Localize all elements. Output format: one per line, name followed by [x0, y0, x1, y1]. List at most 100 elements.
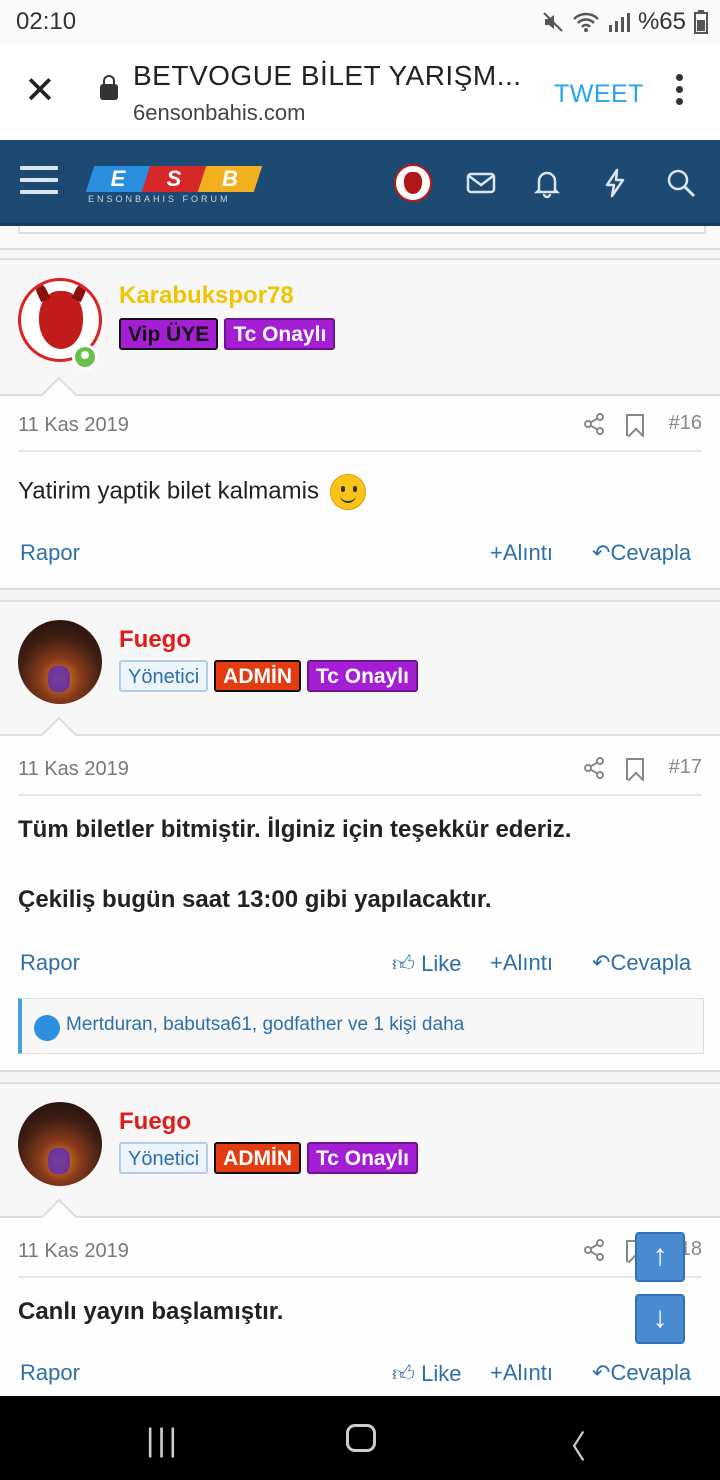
previous-post-edge	[0, 226, 720, 250]
reply-button[interactable]: ↶Cevapla	[592, 540, 691, 566]
logo-letter-e: E	[110, 166, 126, 191]
post-16: Karabukspor78 Vip ÜYE Tc Onaylı 11 Kas 2…	[0, 258, 720, 590]
like-button[interactable]: 👍︎ Like	[392, 1360, 461, 1387]
mute-icon	[543, 12, 563, 32]
reactions-text[interactable]: Mertduran, babutsa61, godfather ve 1 kiş…	[66, 1014, 464, 1036]
signal-icon	[608, 13, 630, 32]
post-actions: Rapor 👍︎ Like +Alıntı ↶Cevapla	[18, 946, 702, 980]
wifi-icon	[573, 12, 599, 32]
hamburger-menu-icon[interactable]	[20, 166, 58, 202]
share-icon[interactable]	[582, 1238, 606, 1262]
page-domain[interactable]: 6ensonbahis.com	[133, 100, 305, 126]
post-body: Canlı yayın başlamıştır.	[18, 1298, 284, 1325]
thumbs-up-icon: 👍︎	[392, 951, 415, 976]
user-avatar[interactable]	[18, 1102, 102, 1186]
site-navbar: E S B ENSONBAHIS FORUM	[0, 140, 720, 226]
post-date[interactable]: 11 Kas 2019	[18, 1240, 129, 1263]
plus-icon: +	[490, 1360, 503, 1385]
username[interactable]: Karabukspor78	[119, 282, 294, 310]
report-link[interactable]: Rapor	[20, 1360, 80, 1386]
post-number[interactable]: #16	[669, 412, 702, 435]
system-nav-bar: ||| 〈	[0, 1396, 720, 1480]
online-status-icon	[72, 344, 98, 370]
post-meta: 11 Kas 2019 #17	[18, 742, 702, 796]
post-user-header: Fuego Yönetici ADMİN Tc Onaylı	[0, 602, 720, 754]
status-time: 02:10	[16, 8, 77, 35]
badge-admin: ADMİN	[214, 1142, 301, 1174]
username[interactable]: Fuego	[119, 626, 191, 654]
reply-button[interactable]: ↶Cevapla	[592, 950, 691, 976]
plus-icon: +	[490, 950, 503, 975]
close-icon[interactable]: ✕	[24, 72, 56, 110]
arrow-up-icon: ↑	[652, 1239, 668, 1272]
badge-tc-verified: Tc Onaylı	[306, 660, 418, 692]
thumbs-up-icon: 👍︎	[392, 1361, 415, 1386]
plus-icon: +	[490, 540, 503, 565]
quote-button[interactable]: +Alıntı	[490, 540, 553, 566]
reply-icon: ↶	[592, 1360, 611, 1385]
badge-tc-verified: Tc Onaylı	[306, 1142, 418, 1174]
inbox-icon[interactable]	[464, 166, 498, 200]
report-link[interactable]: Rapor	[20, 540, 80, 566]
post-date[interactable]: 11 Kas 2019	[18, 414, 129, 437]
search-icon[interactable]	[664, 166, 698, 200]
post-meta: 11 Kas 2019 #16	[18, 398, 702, 452]
post-17: Fuego Yönetici ADMİN Tc Onaylı 11 Kas 20…	[0, 600, 720, 1072]
report-link[interactable]: Rapor	[20, 950, 80, 976]
reply-icon: ↶	[592, 540, 611, 565]
badge-admin: ADMİN	[214, 660, 301, 692]
back-icon[interactable]: 〈	[554, 1422, 586, 1468]
more-menu-icon[interactable]	[676, 74, 684, 110]
quote-button[interactable]: +Alıntı	[490, 950, 553, 976]
battery-percent: %65	[637, 8, 686, 35]
post-number[interactable]: #17	[669, 756, 702, 779]
reply-label: Cevapla	[610, 540, 692, 565]
reply-label: Cevapla	[610, 1360, 692, 1385]
post-user-header: Karabukspor78 Vip ÜYE Tc Onaylı	[0, 260, 720, 414]
quote-label: Alıntı	[502, 540, 553, 565]
home-icon[interactable]	[346, 1424, 376, 1452]
lock-icon	[100, 75, 118, 100]
bookmark-icon[interactable]	[626, 414, 644, 436]
page-title[interactable]: BETVOGUE BİLET YARIŞM...	[133, 60, 523, 92]
bell-icon[interactable]	[530, 166, 564, 200]
reply-label: Cevapla	[610, 950, 692, 975]
post-meta: 11 Kas 2019 #18	[18, 1224, 702, 1278]
quote-button[interactable]: +Alıntı	[490, 1360, 553, 1386]
arrow-down-icon: ↓	[652, 1301, 668, 1334]
bookmark-icon[interactable]	[626, 758, 644, 780]
share-icon[interactable]	[582, 412, 606, 436]
like-button[interactable]: 👍︎ Like	[392, 950, 461, 977]
user-avatar[interactable]	[18, 620, 102, 704]
reactions-bar[interactable]: Mertduran, babutsa61, godfather ve 1 kiş…	[18, 998, 704, 1054]
user-avatar[interactable]	[394, 164, 432, 202]
badge-tc-verified: Tc Onaylı	[224, 318, 336, 350]
quote-label: Alıntı	[502, 950, 553, 975]
browser-toolbar: ✕ BETVOGUE BİLET YARIŞM... 6ensonbahis.c…	[0, 44, 720, 140]
bolt-icon[interactable]	[598, 166, 632, 200]
logo-letter-b: B	[222, 166, 238, 191]
post-actions: Rapor 👍︎ Like +Alıntı ↶Cevapla	[18, 1356, 702, 1390]
scroll-up-button[interactable]: ↑	[635, 1232, 685, 1282]
quote-label: Alıntı	[502, 1360, 553, 1385]
post-date[interactable]: 11 Kas 2019	[18, 758, 129, 781]
scroll-down-button[interactable]: ↓	[635, 1294, 685, 1344]
battery-icon	[694, 10, 708, 34]
site-logo[interactable]: E S B ENSONBAHIS FORUM	[84, 162, 263, 210]
recent-apps-icon[interactable]: |||	[146, 1422, 180, 1459]
username[interactable]: Fuego	[119, 1108, 191, 1136]
post-user-header: Fuego Yönetici ADMİN Tc Onaylı	[0, 1084, 720, 1236]
reply-button[interactable]: ↶Cevapla	[592, 1360, 691, 1386]
post-body-line-1: Tüm biletler bitmiştir. İlginiz için teş…	[18, 816, 572, 843]
tweet-button[interactable]: TWEET	[554, 80, 644, 109]
reply-icon: ↶	[592, 950, 611, 975]
logo-letter-s: S	[166, 166, 182, 191]
badge-moderator: Yönetici	[119, 660, 209, 692]
logo-subtitle: ENSONBAHIS FORUM	[88, 194, 231, 204]
post-actions: Rapor +Alıntı ↶Cevapla	[18, 536, 702, 570]
like-label: Like	[421, 1361, 462, 1386]
share-icon[interactable]	[582, 756, 606, 780]
status-bar: 02:10 %65	[0, 0, 720, 44]
like-reaction-icon	[34, 1015, 60, 1041]
like-label: Like	[421, 951, 462, 976]
